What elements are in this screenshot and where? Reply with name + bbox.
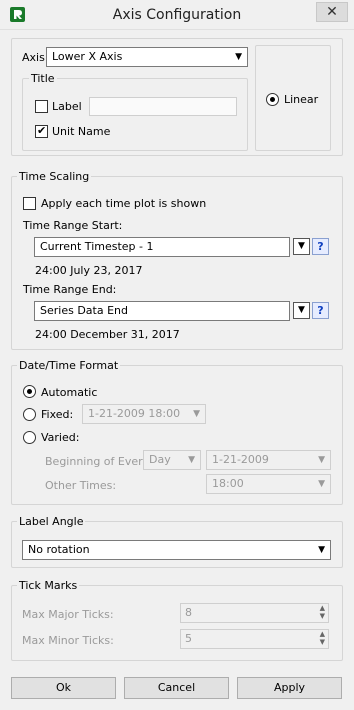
fixed-format-value: 1-21-2009 18:00 (88, 407, 181, 420)
chevron-down-icon: ▼ (235, 52, 242, 62)
beginning-of-every-label: Beginning of Every: (45, 455, 153, 468)
cancel-button[interactable]: Cancel (124, 677, 229, 699)
period-select[interactable]: Day ▼ (143, 450, 201, 470)
unit-name-checkbox[interactable] (35, 124, 48, 138)
datetime-format-title: Date/Time Format (17, 359, 121, 372)
max-minor-ticks-spinner[interactable]: 5 ▲ ▼ (180, 629, 329, 649)
spinner-arrows-icon: ▲ ▼ (319, 604, 325, 620)
axis-select-value: Lower X Axis (52, 50, 123, 63)
time-range-end-dropdown-button[interactable]: ▼ (293, 302, 310, 319)
spinner-arrows-icon: ▲ ▼ (319, 630, 325, 646)
fixed-radio-text: Fixed: (41, 408, 74, 421)
time-range-start-label: Time Range Start: (23, 219, 123, 232)
ok-button[interactable]: Ok (11, 677, 116, 699)
max-major-ticks-spinner[interactable]: 8 ▲ ▼ (180, 603, 329, 623)
linear-radio-text: Linear (284, 93, 319, 106)
automatic-radio-text: Automatic (41, 386, 98, 399)
help-icon[interactable]: ? (312, 238, 329, 255)
chevron-down-icon: ▼ (193, 409, 200, 419)
time-range-start-select[interactable]: Current Timestep - 1 (34, 237, 290, 257)
fixed-radio[interactable] (23, 408, 36, 421)
axis-select[interactable]: Lower X Axis ▼ (46, 47, 248, 67)
period-value: Day (149, 453, 171, 466)
tick-marks-group (11, 585, 343, 661)
apply-each-checkbox-text: Apply each time plot is shown (41, 197, 207, 210)
chevron-down-icon: ▼ (318, 455, 325, 465)
time-range-start-value: Current Timestep - 1 (40, 240, 154, 253)
label-checkbox-text: Label (52, 100, 82, 113)
close-icon[interactable]: ✕ (316, 2, 348, 22)
label-angle-title: Label Angle (17, 515, 86, 528)
time-range-end-label: Time Range End: (23, 283, 117, 296)
chevron-down-icon: ▼ (188, 455, 195, 465)
time-scaling-title: Time Scaling (17, 170, 92, 183)
label-angle-select[interactable]: No rotation ▼ (22, 540, 331, 560)
max-minor-ticks-value: 5 (185, 632, 192, 645)
beginning-date-value: 1-21-2009 (212, 453, 269, 466)
label-text-field[interactable] (89, 97, 237, 116)
time-range-start-dropdown-button[interactable]: ▼ (293, 238, 310, 255)
axis-label: Axis (22, 51, 45, 64)
time-range-end-select[interactable]: Series Data End (34, 301, 290, 321)
time-range-end-value: Series Data End (40, 304, 128, 317)
max-major-ticks-value: 8 (185, 606, 192, 619)
window-title: Axis Configuration (112, 7, 242, 23)
apply-each-checkbox[interactable] (23, 197, 36, 210)
varied-radio[interactable] (23, 431, 36, 444)
max-major-ticks-label: Max Major Ticks: (22, 608, 114, 621)
varied-radio-text: Varied: (41, 431, 80, 444)
linear-radio[interactable] (266, 93, 279, 106)
time-range-end-resolved: 24:00 December 31, 2017 (35, 328, 180, 341)
label-checkbox[interactable] (35, 100, 48, 113)
other-times-select[interactable]: 18:00 ▼ (206, 474, 331, 494)
label-angle-value: No rotation (28, 543, 90, 556)
automatic-radio[interactable] (23, 385, 36, 398)
other-times-value: 18:00 (212, 477, 244, 490)
help-icon[interactable]: ? (312, 302, 329, 319)
apply-button[interactable]: Apply (237, 677, 342, 699)
max-minor-ticks-label: Max Minor Ticks: (22, 634, 114, 647)
beginning-date-select[interactable]: 1-21-2009 ▼ (206, 450, 331, 470)
time-range-start-resolved: 24:00 July 23, 2017 (35, 264, 143, 277)
title-subgroup-label: Title (29, 72, 57, 85)
unit-name-checkbox-text: Unit Name (52, 125, 111, 138)
chevron-down-icon: ▼ (318, 479, 325, 489)
other-times-label: Other Times: (45, 479, 117, 492)
fixed-format-select[interactable]: 1-21-2009 18:00 ▼ (82, 404, 206, 424)
tick-marks-title: Tick Marks (17, 579, 80, 592)
chevron-down-icon: ▼ (318, 545, 325, 555)
